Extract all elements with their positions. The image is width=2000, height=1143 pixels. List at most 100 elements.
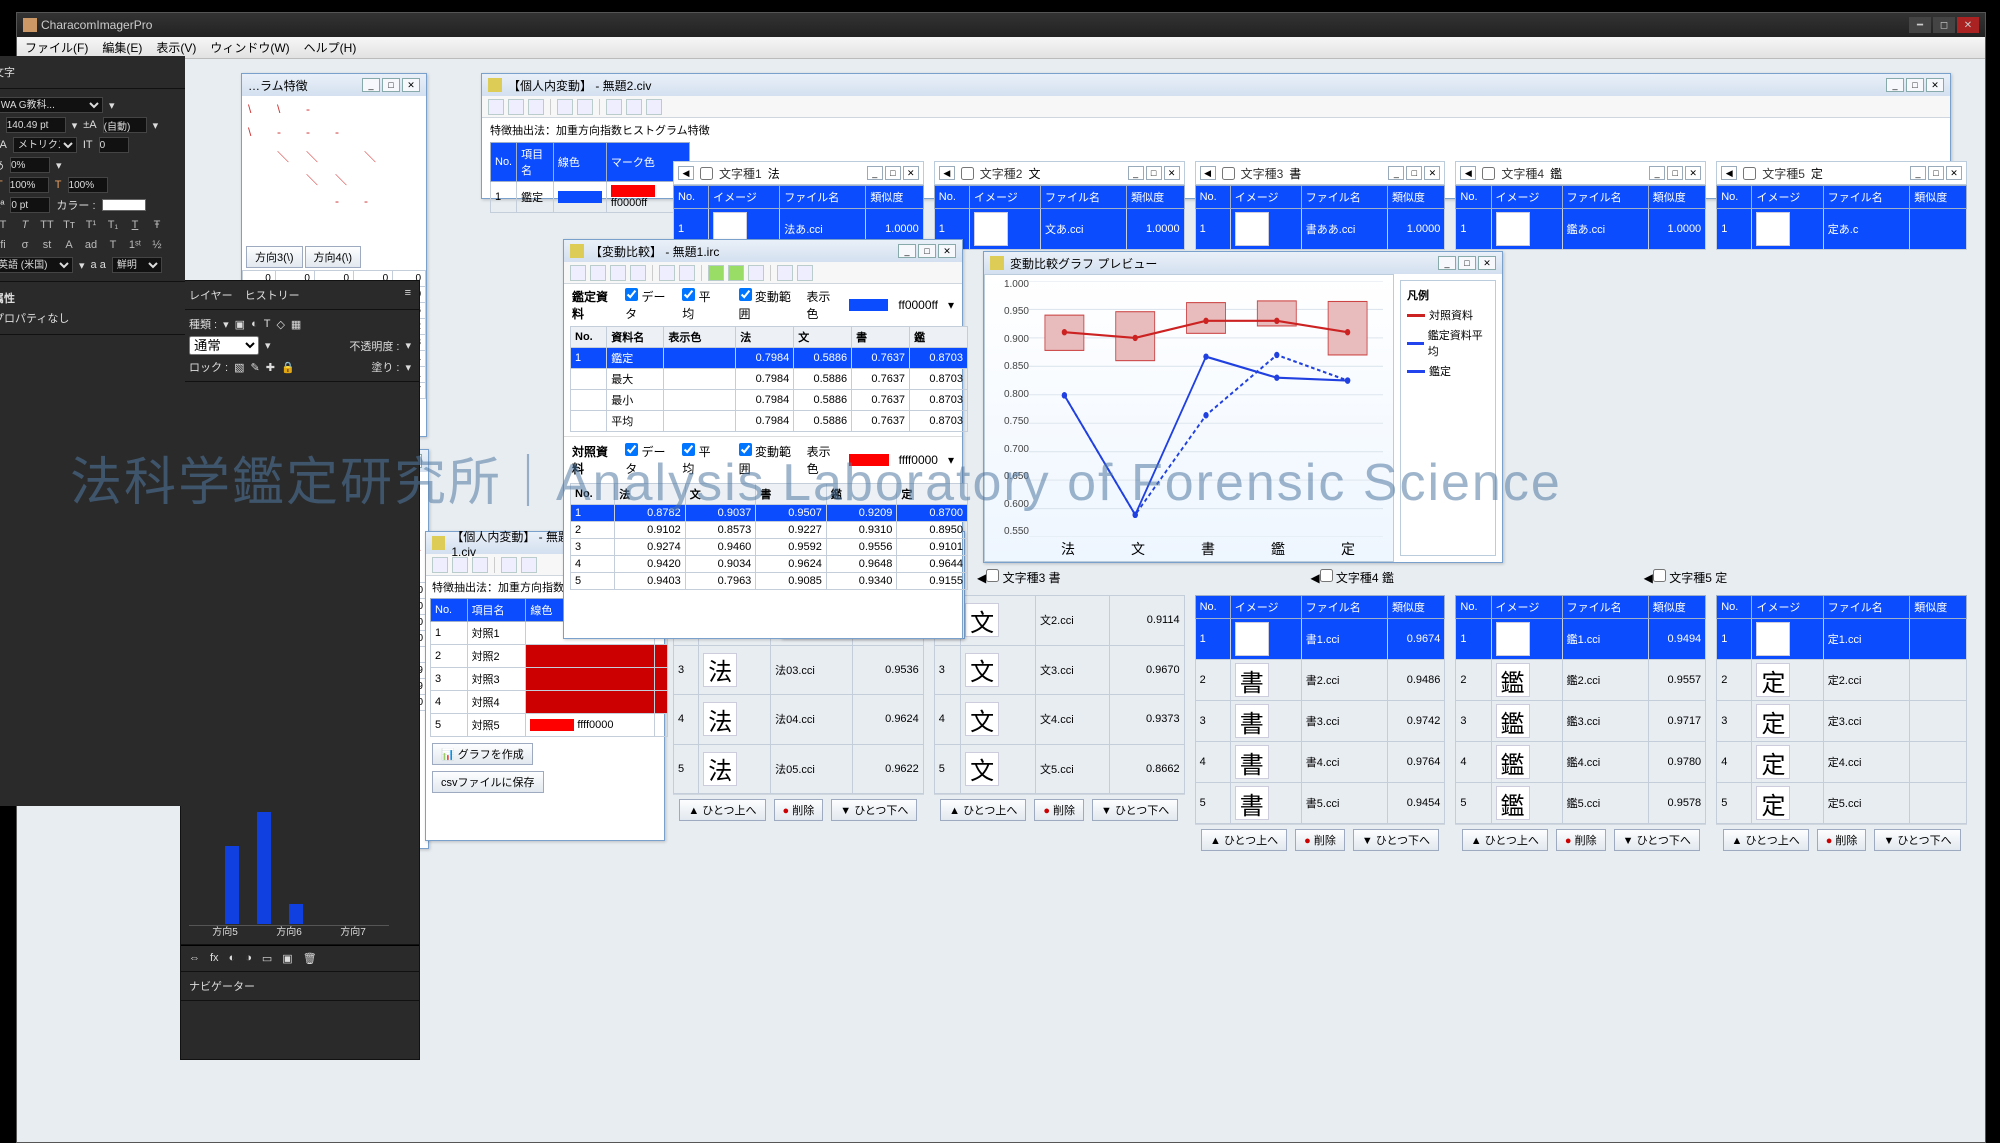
new-icon[interactable] [570,265,586,281]
min-icon[interactable]: _ [898,244,916,258]
add-icon[interactable] [708,265,724,281]
close-icon[interactable]: ✕ [402,78,420,92]
menu-view[interactable]: 表示(V) [156,39,196,56]
cb-avg2[interactable]: 平均 [682,443,718,477]
char-type-checkbox[interactable] [1222,167,1235,180]
row-up-button[interactable]: ▲ ひとつ上へ [1462,829,1548,851]
font-family-select[interactable]: IWA G教科... [0,97,103,113]
cb-data2[interactable]: データ [625,443,672,477]
mask-icon[interactable]: ◐ [229,952,236,965]
cut-icon[interactable] [659,265,675,281]
aa-select[interactable]: 鮮明 [112,257,162,273]
history-tab[interactable]: ヒストリー [245,287,300,303]
cb-range2[interactable]: 変動範囲 [739,443,797,477]
tracking-input[interactable] [99,137,129,153]
sigma-button[interactable]: σ [15,239,35,251]
maximize-button[interactable]: ◻ [1933,17,1955,33]
kantei-table[interactable]: No.資料名表示色法文書鑑 1鑑定0.79840.58860.76370.870… [570,326,968,432]
copy-icon[interactable] [679,265,695,281]
csv-save-button[interactable]: csvファイルに保存 [432,771,544,793]
lock-pos-icon[interactable]: ✎ [251,361,260,374]
prev-icon[interactable]: ◀ [1644,571,1653,585]
filter-smart-icon[interactable]: ▦ [291,318,301,331]
tab-dir3[interactable]: 方向3(\) [246,246,303,268]
row-delete-button[interactable]: ● 削除 [774,799,824,821]
min-icon[interactable]: _ [362,78,380,92]
max-icon[interactable]: □ [1906,78,1924,92]
row-delete-button[interactable]: ● 削除 [1817,829,1867,851]
settings-icon[interactable] [606,99,622,115]
print-icon[interactable] [646,99,662,115]
prev-icon[interactable]: ◀ [1310,571,1319,585]
lock-icon[interactable]: 🔒 [281,361,295,374]
row-down-button[interactable]: ▼ ひとつ下へ [1092,799,1178,821]
saveall-icon[interactable] [630,265,646,281]
prev-icon[interactable]: ◀ [678,166,694,180]
char-file-table[interactable]: No.イメージファイル名類似度 1書書ああ.cci1.0000 [1195,185,1446,233]
superscript-button[interactable]: T¹ [81,219,101,231]
trash-icon[interactable]: 🗑 [303,952,317,965]
color-swatch-blue[interactable] [849,299,889,311]
bold-button[interactable]: T [0,219,13,231]
underline-button[interactable]: T [125,219,145,231]
panel-menu-icon[interactable]: ≡ [405,287,411,303]
close-icon[interactable]: ✕ [938,244,956,258]
char-file-table[interactable]: No.イメージファイル名類似度 1定定あ.c [1716,185,1967,233]
win-close-icon[interactable]: ✕ [1685,166,1701,180]
row-up-button[interactable]: ▲ ひとつ上へ [940,799,1026,821]
win-min-icon[interactable]: _ [1128,166,1144,180]
italic-button[interactable]: T [15,219,35,231]
save-icon[interactable] [472,557,488,573]
allcaps-button[interactable]: TT [37,219,57,231]
alt-button[interactable]: A [59,239,79,251]
font-size-input[interactable] [6,117,66,133]
menu-file[interactable]: ファイル(F) [25,39,88,56]
fi-button[interactable]: fi [0,239,13,251]
open-icon[interactable] [452,557,468,573]
win-max-icon[interactable]: □ [1146,166,1162,180]
char-file-table[interactable]: No.イメージファイル名類似度 1文文あ.cci1.0000 [934,185,1185,233]
close-icon[interactable]: ✕ [1478,256,1496,270]
menu-edit[interactable]: 編集(E) [102,39,142,56]
taishou-table[interactable]: No.法文書鑑定 10.87820.90370.95070.92090.8700… [570,483,968,590]
lock-pixels-icon[interactable]: ▧ [234,361,244,374]
strike-button[interactable]: Ŧ [147,219,167,231]
open-icon[interactable] [590,265,606,281]
smallcaps-button[interactable]: Tт [59,219,79,231]
t1-button[interactable]: T [103,239,123,251]
open-icon[interactable] [508,99,524,115]
win-min-icon[interactable]: _ [867,166,883,180]
char-type-checkbox[interactable] [1653,569,1666,582]
char-type-checkbox[interactable] [961,167,974,180]
link-icon[interactable]: ⇔ [189,952,200,965]
max-icon[interactable]: □ [1458,256,1476,270]
color-swatch-red[interactable] [849,454,889,466]
filter-adj-icon[interactable]: ◐ [251,318,258,330]
win-close-icon[interactable]: ✕ [1946,166,1962,180]
menu-window[interactable]: ウィンドウ(W) [210,39,289,56]
row-down-button[interactable]: ▼ ひとつ下へ [831,799,917,821]
row-down-button[interactable]: ▼ ひとつ下へ [1874,829,1960,851]
kojinnai-item-table[interactable]: No. 項目名 線色 マーク色 1 鑑定 ff0000ff [490,142,690,213]
layers-tab[interactable]: レイヤー [189,287,233,303]
char-type-checkbox[interactable] [986,569,999,582]
first-button[interactable]: 1ˢᵗ [125,239,145,251]
win-max-icon[interactable]: □ [1667,166,1683,180]
char-type-checkbox[interactable] [1482,167,1495,180]
cb-avg[interactable]: 平均 [682,288,718,322]
win-max-icon[interactable]: □ [1928,166,1944,180]
win-max-icon[interactable]: □ [885,166,901,180]
char-file-table[interactable]: No.イメージファイル名類似度 1法法あ.cci1.0000 [673,185,924,233]
row-up-button[interactable]: ▲ ひとつ上へ [1201,829,1287,851]
save-icon[interactable] [610,265,626,281]
min-icon[interactable]: _ [1438,256,1456,270]
baseline-input[interactable] [10,197,50,213]
run-icon[interactable] [728,265,744,281]
win-close-icon[interactable]: ✕ [1424,166,1440,180]
char-type-checkbox[interactable] [1320,569,1333,582]
tsume-input[interactable] [10,157,50,173]
subscript-button[interactable]: T₁ [103,219,123,231]
print-preview-icon[interactable] [777,265,793,281]
row-down-button[interactable]: ▼ ひとつ下へ [1353,829,1439,851]
prev-icon[interactable]: ◀ [1460,166,1476,180]
